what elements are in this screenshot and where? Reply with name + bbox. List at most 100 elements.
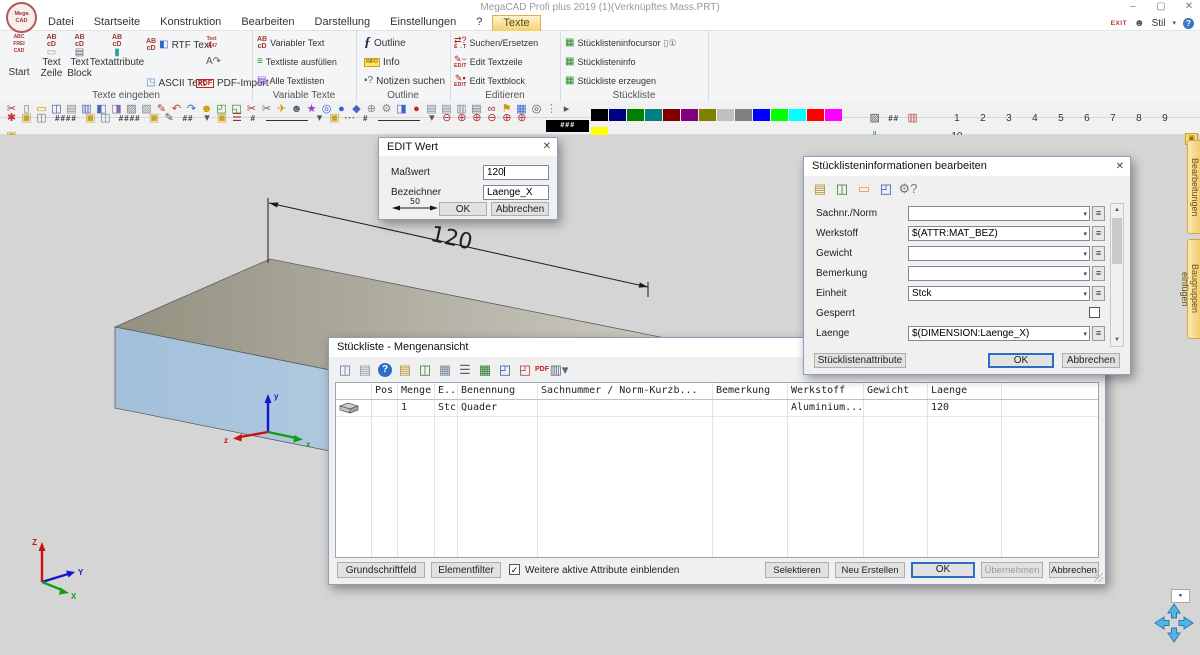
einheit-list-button[interactable]: ≡: [1092, 286, 1105, 301]
bom-info-title-bar[interactable]: Stücklisteninformationen bearbeiten ✕: [804, 157, 1130, 176]
scroll-up-icon[interactable]: ▲: [1111, 204, 1123, 216]
menu-datei[interactable]: Datei: [38, 15, 84, 30]
color-current-swatch[interactable]: ###: [546, 120, 589, 132]
more-dots-icon[interactable]: ⋮: [544, 101, 559, 117]
current-color-icon[interactable]: ✱: [4, 110, 19, 126]
ribbon-textattribute-button[interactable]: AB cD ▮ Textattribute: [94, 34, 140, 69]
laenge-list-button[interactable]: ≡: [1092, 326, 1105, 341]
bom-table-header[interactable]: Pos Menge E... Benennung Sachnummer / No…: [336, 383, 1098, 400]
gewicht-list-button[interactable]: ≡: [1092, 246, 1105, 261]
masswert-input[interactable]: 120: [483, 165, 549, 180]
menu-startseite[interactable]: Startseite: [84, 15, 150, 30]
viewport-corner-button[interactable]: ▪: [1171, 589, 1190, 603]
color-swatch[interactable]: [681, 109, 698, 121]
color-swatch[interactable]: [771, 109, 788, 121]
minimize-button[interactable]: –: [1126, 1, 1140, 12]
menu-help[interactable]: ?: [466, 15, 492, 30]
zoom-all-icon[interactable]: ⊕: [499, 110, 514, 126]
edit-wert-cancel-button[interactable]: Abbrechen: [491, 202, 549, 216]
table-grid-icon[interactable]: ▦: [435, 360, 455, 380]
sachnr-combo[interactable]: ▾: [908, 206, 1090, 221]
pen-dropdown-icon[interactable]: ▾: [200, 110, 215, 126]
einheit-combo[interactable]: Stck▾: [908, 286, 1090, 301]
gesperrt-checkbox[interactable]: [1089, 307, 1100, 318]
color-swatch[interactable]: [699, 109, 716, 121]
export-save-1-icon[interactable]: ◰: [495, 360, 515, 380]
laenge-combo[interactable]: $(DIMENSION:Laenge_X)▾: [908, 326, 1090, 341]
bom-table-empty-row[interactable]: [336, 449, 1098, 465]
resize-grip[interactable]: [1094, 573, 1103, 582]
neu-erstellen-button[interactable]: Neu Erstellen: [835, 562, 905, 578]
bom-info-ok-button[interactable]: OK: [988, 353, 1054, 368]
ribbon-text-block-button[interactable]: AB cD ▤ Text Block: [66, 34, 93, 79]
selektieren-button[interactable]: Selektieren: [765, 562, 829, 578]
bezeichner-input[interactable]: Laenge_X: [483, 185, 549, 200]
bom-list-ok-button[interactable]: OK: [911, 562, 975, 578]
bom-list-cancel-button[interactable]: Abbrechen: [1049, 562, 1099, 578]
side-tab-baugruppen-einfuegen[interactable]: Baugruppen einfügen: [1187, 239, 1200, 339]
linetype-number-icon[interactable]: #: [357, 114, 374, 123]
bom-info-cancel-button[interactable]: Abbrechen: [1062, 353, 1120, 368]
db-load-icon[interactable]: ▤: [810, 179, 830, 199]
list-view-icon[interactable]: ☰: [455, 360, 475, 380]
attributes-checkbox[interactable]: ✓: [509, 564, 520, 575]
dimension-120-value[interactable]: 120: [428, 222, 474, 255]
ribbon-suchen-ersetzen-button[interactable]: ⇄? E→T Suchen/Ersetzen: [454, 35, 538, 51]
zoom-in-icon[interactable]: ⊕: [454, 110, 469, 126]
linewidth-number-icon[interactable]: #: [245, 114, 262, 123]
bom-table-empty-row[interactable]: [336, 513, 1098, 529]
stuecklistenattribute-button[interactable]: Stücklistenattribute: [814, 353, 906, 368]
linewidth-dropdown-icon[interactable]: ▾: [312, 110, 327, 126]
edit-wert-ok-button[interactable]: OK: [439, 202, 487, 216]
bom-table-row[interactable]: 1 Stck Quader Aluminium... 120: [336, 400, 1098, 417]
color-number-icon[interactable]: ##: [882, 114, 905, 123]
werkstoff-combo[interactable]: $(ATTR:MAT_BEZ)▾: [908, 226, 1090, 241]
ribbon-textliste-ausfuellen-button[interactable]: ≡ Textliste ausfüllen: [257, 54, 337, 70]
side-tab-bearbeitungen[interactable]: Bearbeitungen: [1187, 140, 1200, 234]
menu-einstellungen[interactable]: Einstellungen: [380, 15, 466, 30]
style-dropdown-icon[interactable]: ▾: [1172, 19, 1176, 27]
linetype-preview-preview[interactable]: [378, 120, 420, 121]
close-button[interactable]: ✕: [1182, 1, 1196, 12]
edit-wert-close-icon[interactable]: ✕: [543, 138, 551, 156]
color-swatch[interactable]: [789, 109, 806, 121]
linewidth-lock-icon[interactable]: ▣: [215, 110, 230, 126]
tab-texte[interactable]: Texte: [492, 15, 540, 31]
bom-table-empty-row[interactable]: [336, 465, 1098, 481]
layer-dialog-icon[interactable]: ◫: [34, 110, 49, 126]
bom-table-empty-row[interactable]: [336, 417, 1098, 433]
color-swatch[interactable]: [735, 109, 752, 121]
db-open-icon[interactable]: ▤: [395, 360, 415, 380]
uebernehmen-button[interactable]: Übernehmen: [981, 562, 1043, 578]
help-icon[interactable]: ?: [1183, 18, 1194, 29]
expand-icon[interactable]: ▸: [559, 101, 574, 117]
file-open-icon[interactable]: ▭: [854, 179, 874, 199]
bom-table-empty-row[interactable]: [336, 545, 1098, 558]
bom-table-empty-row[interactable]: [336, 481, 1098, 497]
style-selector[interactable]: Stil: [1152, 18, 1166, 29]
scroll-thumb[interactable]: [1112, 218, 1122, 264]
dither-pattern-icon[interactable]: ▨: [867, 110, 882, 126]
linetype-dropdown-icon[interactable]: ▾: [424, 110, 439, 126]
pen-number-button[interactable]: 5: [1048, 113, 1074, 124]
ribbon-notizen-suchen-button[interactable]: ▪? Notizen suchen: [364, 73, 445, 89]
bom-info-scrollbar[interactable]: ▲ ▼: [1110, 203, 1124, 347]
linetype-icon-icon[interactable]: ⋯: [342, 110, 357, 126]
pen-number-button[interactable]: 4: [1022, 113, 1048, 124]
attribute-wizard-icon[interactable]: ⚙?: [898, 179, 918, 199]
layer-number-icon[interactable]: ####: [49, 114, 83, 123]
grundschriftfeld-button[interactable]: Grundschriftfeld: [337, 562, 425, 578]
zoom-previous-icon[interactable]: ⊖: [484, 110, 499, 126]
layer-lock-icon[interactable]: ▣: [19, 110, 34, 126]
group-number-icon[interactable]: ####: [113, 114, 147, 123]
pen-number-button[interactable]: 8: [1126, 113, 1152, 124]
ribbon-edit-textblock-button[interactable]: ✎▪ EDIT Edit Textblock: [454, 73, 525, 89]
color-swatch[interactable]: [627, 109, 644, 121]
ribbon-stuecklisteninfocursor-button[interactable]: ▦ Stücklisteninfocursor ▯①: [565, 35, 677, 51]
ribbon-outline-button[interactable]: ƒ Outline: [364, 35, 406, 51]
group-lock-icon[interactable]: ▣: [83, 110, 98, 126]
pan-control-icon[interactable]: [1153, 602, 1195, 649]
menu-bearbeiten[interactable]: Bearbeiten: [231, 15, 304, 30]
linewidth-icon-icon[interactable]: ☰: [230, 110, 245, 126]
pen-lock-icon[interactable]: ▣: [147, 110, 162, 126]
